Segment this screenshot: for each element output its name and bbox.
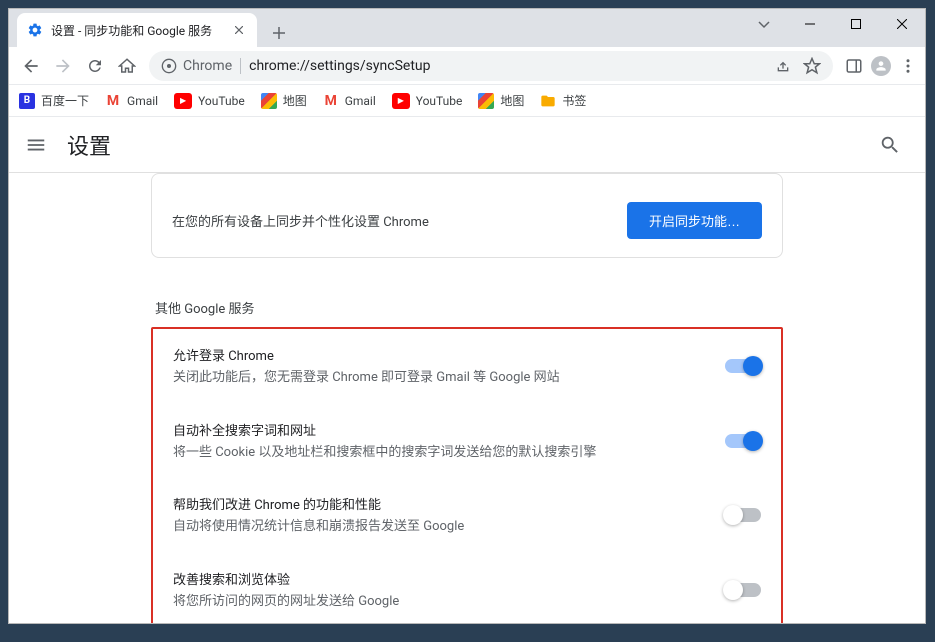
gmail-icon: M xyxy=(105,93,121,109)
side-panel-icon[interactable] xyxy=(845,57,863,75)
setting-title: 允许登录 Chrome xyxy=(173,345,705,364)
url-text: chrome://settings/syncSetup xyxy=(249,58,767,74)
youtube-icon: ▶ xyxy=(174,93,192,109)
back-button[interactable] xyxy=(17,52,45,80)
page-title: 设置 xyxy=(67,129,111,161)
gear-icon xyxy=(27,22,43,38)
bookmark-maps-2[interactable]: 地图 xyxy=(478,92,524,109)
toggle-improve-chrome[interactable] xyxy=(725,508,761,522)
setting-description: 自动将使用情况统计信息和崩溃报告发送至 Google xyxy=(173,517,705,537)
bookmark-gmail[interactable]: M Gmail xyxy=(105,93,158,109)
browser-tab[interactable]: 设置 - 同步功能和 Google 服务 xyxy=(17,13,257,47)
sync-description: 在您的所有设备上同步并个性化设置 Chrome xyxy=(172,211,429,230)
search-icon[interactable] xyxy=(879,134,909,156)
address-bar: Chrome chrome://settings/syncSetup xyxy=(9,47,925,85)
home-button[interactable] xyxy=(113,52,141,80)
bookmark-youtube-2[interactable]: ▶ YouTube xyxy=(392,93,463,109)
sync-card: 在您的所有设备上同步并个性化设置 Chrome 开启同步功能… xyxy=(151,173,783,258)
url-divider xyxy=(240,58,241,74)
browser-window: 设置 - 同步功能和 Google 服务 Chrome xyxy=(8,8,926,624)
setting-description: 将您所访问的网页的网址发送给 Google xyxy=(173,592,705,612)
baidu-icon: B xyxy=(19,93,35,109)
settings-header: 设置 xyxy=(9,117,925,173)
setting-title: 改善搜索和浏览体验 xyxy=(173,569,705,588)
bookmark-youtube[interactable]: ▶ YouTube xyxy=(174,93,245,109)
google-services-settings: 允许登录 Chrome 关闭此功能后，您无需登录 Chrome 即可登录 Gma… xyxy=(151,327,783,623)
window-controls xyxy=(741,9,925,39)
toggle-allow-signin[interactable] xyxy=(725,359,761,373)
new-tab-button[interactable] xyxy=(265,19,293,47)
hamburger-menu-icon[interactable] xyxy=(25,134,47,156)
setting-description: 将一些 Cookie 以及地址栏和搜索框中的搜索字词发送给您的默认搜索引擎 xyxy=(173,443,705,463)
bookmarks-bar: B 百度一下 M Gmail ▶ YouTube 地图 M Gmail ▶ Yo… xyxy=(9,85,925,117)
toggle-improve-search[interactable] xyxy=(725,583,761,597)
reload-button[interactable] xyxy=(81,52,109,80)
enable-sync-button[interactable]: 开启同步功能… xyxy=(627,202,762,239)
bookmark-baidu[interactable]: B 百度一下 xyxy=(19,92,89,109)
tab-title: 设置 - 同步功能和 Google 服务 xyxy=(51,22,223,39)
bookmark-star-icon[interactable] xyxy=(803,57,821,75)
maps-icon xyxy=(478,93,494,109)
setting-improve-chrome: 帮助我们改进 Chrome 的功能和性能 自动将使用情况统计信息和崩溃报告发送至… xyxy=(153,478,781,553)
bookmark-folder[interactable]: 书签 xyxy=(540,92,586,109)
youtube-icon: ▶ xyxy=(392,93,410,109)
gmail-icon: M xyxy=(323,93,339,109)
folder-icon xyxy=(540,93,556,109)
profile-avatar[interactable] xyxy=(871,56,891,76)
content-scroll-area[interactable]: 在您的所有设备上同步并个性化设置 Chrome 开启同步功能… 其他 Googl… xyxy=(9,173,925,623)
toggle-autocomplete[interactable] xyxy=(725,434,761,448)
kebab-menu-icon[interactable] xyxy=(899,57,917,75)
setting-description: 关闭此功能后，您无需登录 Chrome 即可登录 Gmail 等 Google … xyxy=(173,368,705,388)
forward-button[interactable] xyxy=(49,52,77,80)
setting-title: 自动补全搜索字词和网址 xyxy=(173,420,705,439)
tab-search-chevron[interactable] xyxy=(741,9,787,39)
setting-title: 帮助我们改进 Chrome 的功能和性能 xyxy=(173,494,705,513)
sync-illustration xyxy=(152,174,782,184)
close-window-button[interactable] xyxy=(879,9,925,39)
minimize-button[interactable] xyxy=(787,9,833,39)
bookmark-gmail-2[interactable]: M Gmail xyxy=(323,93,376,109)
maximize-button[interactable] xyxy=(833,9,879,39)
close-tab-icon[interactable] xyxy=(231,22,247,38)
url-bar[interactable]: Chrome chrome://settings/syncSetup xyxy=(149,51,833,81)
share-icon[interactable] xyxy=(775,58,791,74)
site-info[interactable]: Chrome xyxy=(161,58,232,74)
site-label: Chrome xyxy=(183,58,232,74)
setting-allow-signin: 允许登录 Chrome 关闭此功能后，您无需登录 Chrome 即可登录 Gma… xyxy=(153,329,781,404)
maps-icon xyxy=(261,93,277,109)
section-title: 其他 Google 服务 xyxy=(151,278,783,327)
setting-improve-search: 改善搜索和浏览体验 将您所访问的网页的网址发送给 Google xyxy=(153,553,781,624)
bookmark-maps[interactable]: 地图 xyxy=(261,92,307,109)
setting-autocomplete: 自动补全搜索字词和网址 将一些 Cookie 以及地址栏和搜索框中的搜索字词发送… xyxy=(153,404,781,479)
